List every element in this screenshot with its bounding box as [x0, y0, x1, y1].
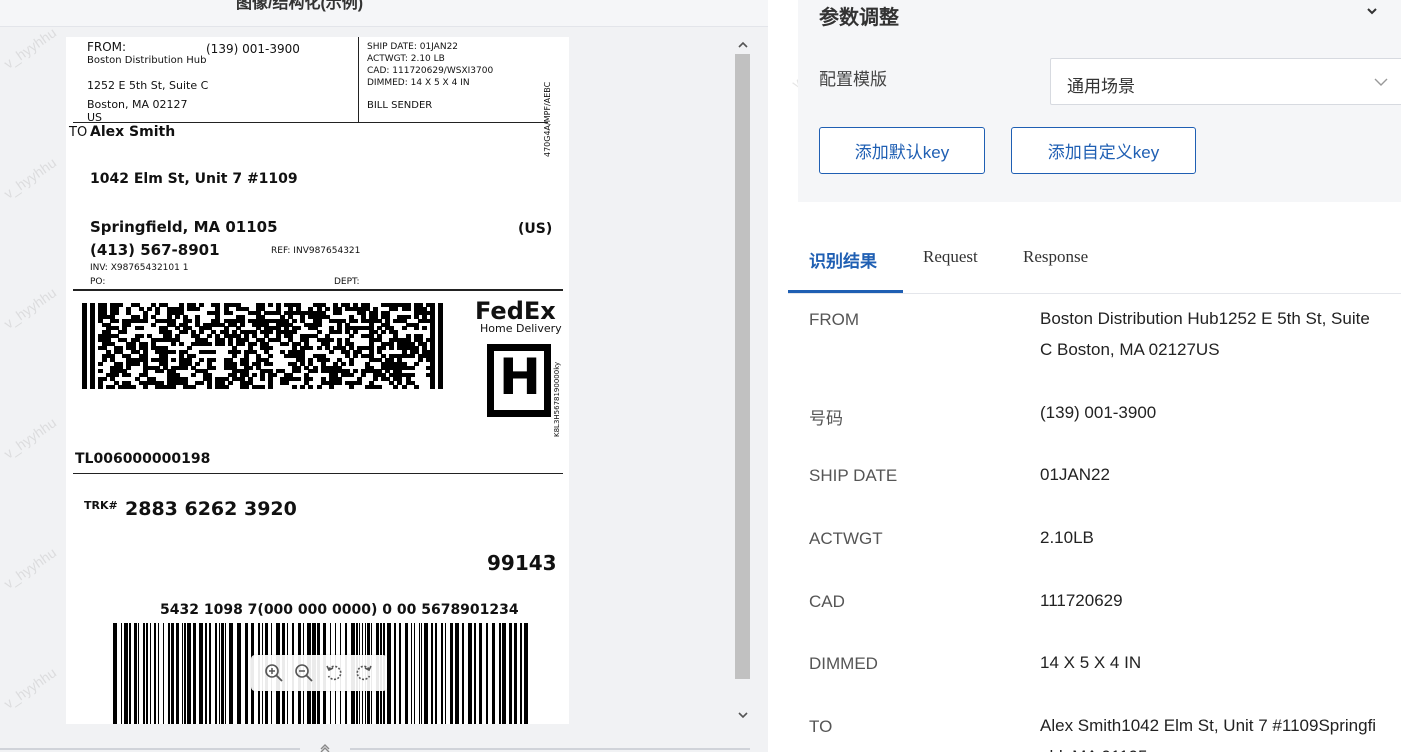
label-to-country: (US)	[518, 221, 553, 237]
label-to-name: Alex Smith	[90, 124, 176, 140]
result-panel: v_hyyhhu v_hyyhhu v_hyyhhu 参数调整 配置模版 通用场…	[768, 0, 1401, 752]
result-value: Alex Smith1042 Elm St, Unit 7 #1109Sprin…	[1040, 716, 1377, 752]
viewer-title: 图像/结构化(示例)	[236, 0, 364, 12]
result-value: (139) 001-3900	[1040, 403, 1157, 422]
shipping-label-image: FROM: (139) 001-3900 Boston Distribution…	[66, 37, 569, 724]
scroll-down-icon[interactable]	[734, 707, 751, 723]
label-zip-code: 99143	[487, 551, 557, 575]
label-tl-number: TL006000000198	[75, 451, 211, 467]
add-default-key-button[interactable]: 添加默认key	[819, 127, 985, 174]
label-from-name: Boston Distribution Hub	[87, 55, 207, 66]
zoom-in-icon[interactable]	[263, 662, 285, 684]
scroll-up-icon[interactable]	[734, 37, 751, 53]
label-from-title: FROM:	[87, 40, 127, 54]
label-from-phone: (139) 001-3900	[206, 42, 300, 56]
result-tabs: 识别结果 Request Response	[788, 232, 1401, 294]
label-service-letter: H	[499, 348, 541, 406]
label-inv: INV: X98765432101 1	[90, 263, 189, 273]
label-cad: CAD: 111720629/WSXI3700	[367, 66, 494, 76]
result-value: 01JAN22	[1040, 465, 1110, 484]
tab-recognition-result[interactable]: 识别结果	[809, 247, 877, 272]
result-value: 2.10LB	[1040, 528, 1094, 547]
result-value: Boston Distribution Hub1252 E 5th St, Su…	[1040, 309, 1370, 359]
active-tab-indicator	[788, 290, 903, 293]
label-to-street: 1042 Elm St, Unit 7 #1109	[90, 171, 298, 187]
config-select-value: 通用场景	[1067, 77, 1135, 96]
scroll-thumb[interactable]	[735, 54, 750, 679]
label-dept: DEPT:	[334, 277, 360, 287]
label-from-city: Boston, MA 02127	[87, 98, 188, 111]
params-section: 参数调整 配置模版 通用场景 添加默认key 添加自定义key	[798, 0, 1401, 202]
rotate-left-icon[interactable]	[323, 662, 345, 684]
chevron-down-icon	[1373, 75, 1389, 89]
watermark: v_hyyhhu	[0, 414, 60, 462]
tab-response[interactable]: Response	[1023, 247, 1088, 267]
watermark: v_hyyhhu	[0, 544, 60, 592]
label-brand-logo: FedEx	[475, 297, 556, 325]
label-ship-date: SHIP DATE: 01JAN22	[367, 42, 459, 52]
result-key: 号码	[809, 409, 843, 428]
label-po: PO:	[90, 277, 106, 287]
watermark: v_hyyhhu	[0, 24, 60, 72]
result-key: TO	[809, 717, 833, 736]
collapse-handle-icon[interactable]	[318, 740, 332, 752]
watermark: v_hyyhhu	[0, 664, 60, 712]
result-key: DIMMED	[809, 654, 878, 673]
viewer-header: 图像/结构化(示例)	[0, 0, 768, 27]
label-side-code: 470G4A/MPF/AEBC	[543, 81, 552, 157]
config-template-select[interactable]: 通用场景	[1050, 58, 1401, 105]
zoom-out-icon[interactable]	[293, 662, 315, 684]
label-divider	[73, 289, 563, 291]
tab-request[interactable]: Request	[923, 247, 978, 267]
config-template-label: 配置模版	[819, 70, 887, 89]
result-value: 111720629	[1040, 591, 1123, 610]
result-key: SHIP DATE	[809, 466, 898, 485]
add-custom-key-button[interactable]: 添加自定义key	[1011, 127, 1196, 174]
viewer-toolbar	[251, 655, 387, 691]
result-key: CAD	[809, 592, 845, 611]
label-side-code-2: K8L3H5678190000ky	[553, 361, 561, 437]
result-value: 14 X 5 X 4 IN	[1040, 653, 1142, 672]
result-key: FROM	[809, 310, 860, 329]
label-to-city: Springfield, MA 01105	[90, 218, 278, 236]
watermark: v_hyyhhu	[0, 154, 60, 202]
label-to-phone: (413) 567-8901	[90, 241, 220, 259]
label-trk-number: 2883 6262 3920	[125, 498, 297, 520]
label-brand-sub: Home Delivery	[480, 322, 562, 335]
label-divider	[73, 473, 563, 474]
label-2d-barcode	[82, 303, 446, 390]
label-divider	[358, 37, 359, 123]
rotate-right-icon[interactable]	[353, 662, 375, 684]
label-divider	[73, 122, 548, 123]
label-service-box: H	[487, 344, 551, 417]
watermark: v_hyyhhu	[0, 284, 60, 332]
label-to-prefix: TO	[69, 125, 88, 140]
label-dimmed: DIMMED: 14 X 5 X 4 IN	[367, 78, 470, 88]
image-viewer: 图像/结构化(示例) v_hyyhhu v_hyyhhu v_hyyhhu v_…	[0, 0, 768, 752]
label-bill: BILL SENDER	[367, 100, 433, 111]
params-title: 参数调整	[819, 7, 899, 29]
viewer-bottom-bar	[0, 744, 750, 752]
label-trk-label: TRK#	[84, 499, 118, 512]
viewer-scrollbar[interactable]	[734, 37, 751, 727]
label-from-street: 1252 E 5th St, Suite C	[87, 79, 209, 92]
label-ref: REF: INV987654321	[271, 246, 361, 256]
label-barcode-text: 5432 1098 7(000 000 0000) 0 00 567890123…	[160, 602, 519, 618]
chevron-down-icon[interactable]	[1364, 3, 1380, 19]
label-actwgt: ACTWGT: 2.10 LB	[367, 54, 445, 64]
result-key: ACTWGT	[809, 529, 883, 548]
